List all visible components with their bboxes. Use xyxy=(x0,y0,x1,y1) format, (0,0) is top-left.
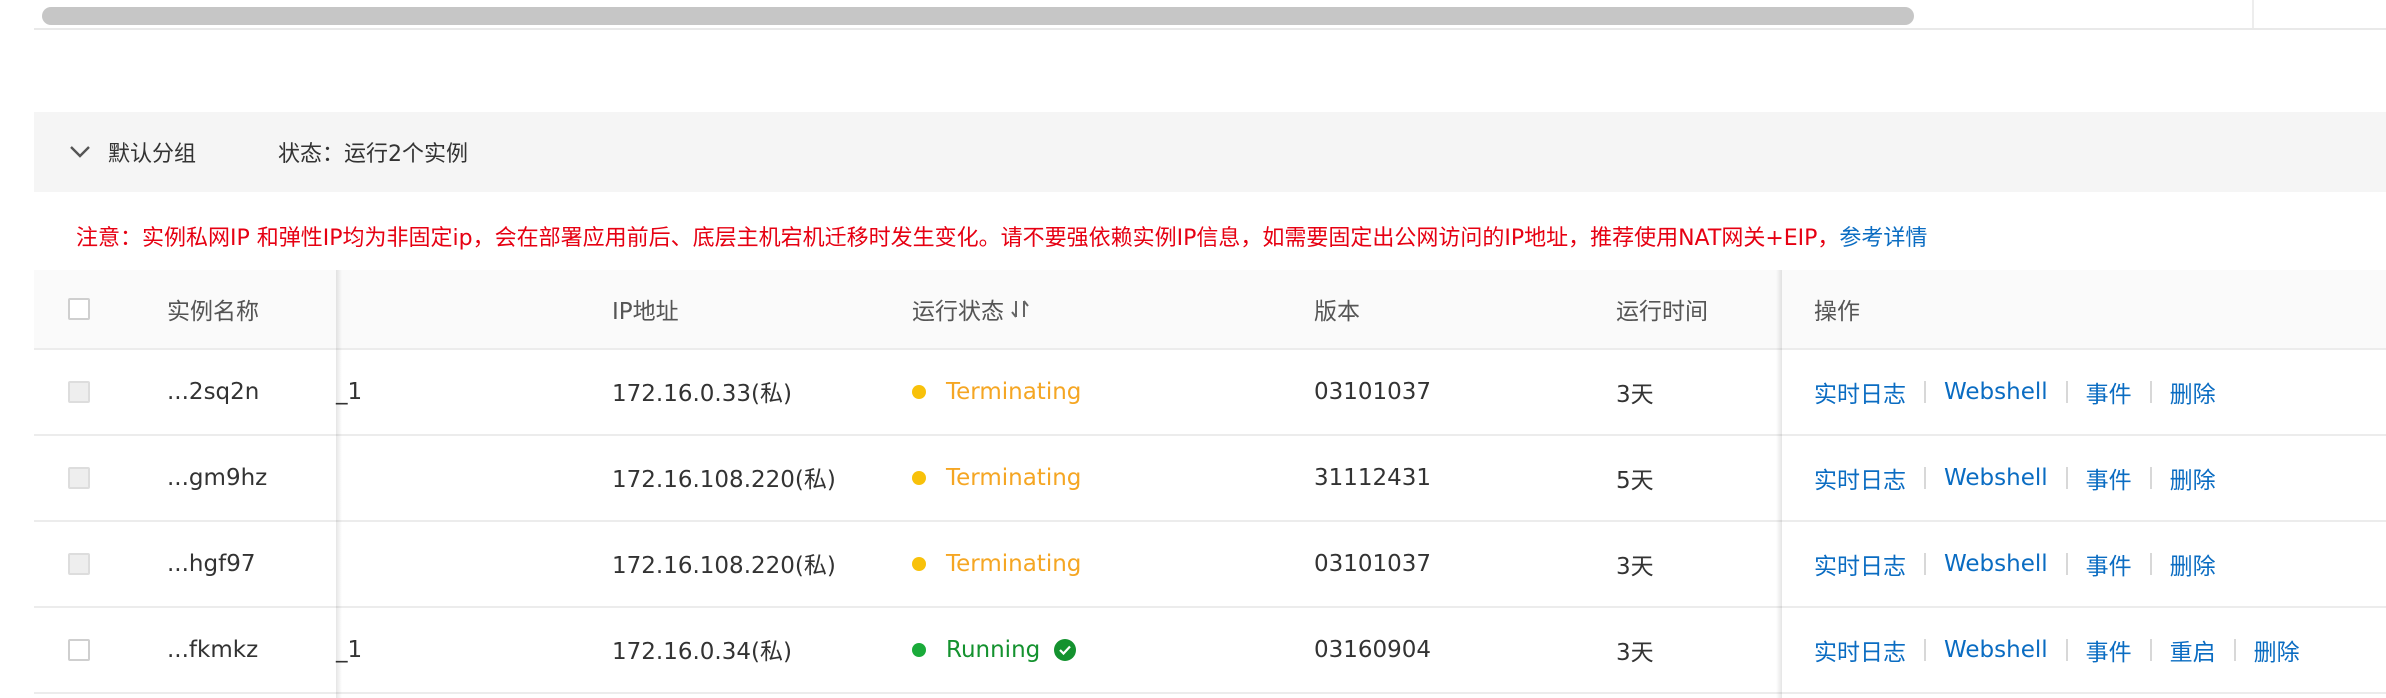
instance-version: 03160904 xyxy=(1314,637,1432,663)
instance-ip: 172.16.108.220(私) xyxy=(612,467,836,493)
col-version: 版本 xyxy=(1314,299,1360,325)
operation-divider xyxy=(2065,467,2068,489)
group-name[interactable]: 默认分组 xyxy=(108,136,196,168)
operation-divider xyxy=(1924,553,1926,575)
instance-status: Terminating xyxy=(912,436,1081,520)
operation-link[interactable]: 删除 xyxy=(2170,547,2216,581)
operation-divider xyxy=(2065,553,2068,575)
horizontal-scrollbar[interactable] xyxy=(34,0,2386,30)
instance-name[interactable]: ...hgf97 xyxy=(167,522,255,606)
operation-link[interactable]: 实时日志 xyxy=(1814,461,1906,495)
instance-run-time: 3天 xyxy=(1616,554,1654,580)
operation-divider xyxy=(2149,467,2152,489)
fixed-column-shadow-right xyxy=(1776,270,1782,698)
status-label: Running xyxy=(946,637,1041,663)
operation-link[interactable]: 事件 xyxy=(2086,547,2132,581)
instance-version: 03101037 xyxy=(1314,379,1432,405)
col-status[interactable]: 运行状态 xyxy=(912,270,1030,348)
operation-divider xyxy=(2149,639,2152,661)
operation-divider xyxy=(2149,553,2152,575)
operation-link[interactable]: 删除 xyxy=(2170,375,2216,409)
table-header: 实例名称 IP地址 运行状态 版本 运行时间 操作 xyxy=(34,270,2386,350)
group-status: 状态：运行2个实例 xyxy=(278,142,469,167)
operation-link[interactable]: 事件 xyxy=(2086,461,2132,495)
notice-text: 注意：实例私网IP 和弹性IP均为非固定ip，会在部署应用前后、底层主机宕机迁移… xyxy=(76,226,1840,251)
fixed-column-shadow-left xyxy=(336,270,342,698)
status-label: Terminating xyxy=(946,465,1082,491)
col-run-time: 运行时间 xyxy=(1616,299,1708,325)
instance-operations: 实时日志 Webshell 事件 重启 删除 xyxy=(1814,608,2300,692)
instance-version: 31112431 xyxy=(1314,465,1432,491)
row-checkbox xyxy=(68,467,90,489)
operation-link[interactable]: 删除 xyxy=(2170,461,2216,495)
operation-divider xyxy=(2065,381,2068,403)
check-circle-icon xyxy=(1054,639,1077,661)
col-operations: 操作 xyxy=(1814,299,1860,325)
ip-notice: 注意：实例私网IP 和弹性IP均为非固定ip，会在部署应用前后、底层主机宕机迁移… xyxy=(76,220,1927,252)
col-status-label: 运行状态 xyxy=(912,299,1004,325)
operation-divider xyxy=(1924,467,1926,489)
status-dot xyxy=(912,557,926,571)
operation-link[interactable]: Webshell xyxy=(1944,379,2048,405)
instance-name[interactable]: ...gm9hz xyxy=(167,436,267,520)
sort-icon[interactable] xyxy=(1010,298,1030,320)
status-dot xyxy=(912,471,926,485)
instance-run-time: 3天 xyxy=(1616,640,1654,666)
row-checkbox[interactable] xyxy=(68,639,90,661)
operation-link[interactable]: 实时日志 xyxy=(1814,375,1906,409)
operation-link[interactable]: 删除 xyxy=(2254,633,2300,667)
operation-link[interactable]: 事件 xyxy=(2086,633,2132,667)
table-row: ...gm9hz 172.16.108.220(私) Terminating 3… xyxy=(34,436,2386,522)
row-checkbox xyxy=(68,381,90,403)
operation-link[interactable]: Webshell xyxy=(1944,465,2048,491)
instance-ip: 172.16.108.220(私) xyxy=(612,553,836,579)
operation-divider xyxy=(2233,639,2236,661)
operation-divider xyxy=(2065,639,2068,661)
group-header: 默认分组 状态：运行2个实例 xyxy=(34,112,2386,192)
instance-name[interactable]: ...fkmkz xyxy=(167,608,258,692)
instance-run-time: 5天 xyxy=(1616,468,1654,494)
operation-link[interactable]: 实时日志 xyxy=(1814,633,1906,667)
col-instance-name: 实例名称 xyxy=(167,299,259,325)
operation-link[interactable]: 重启 xyxy=(2170,633,2216,667)
instance-table: 实例名称 IP地址 运行状态 版本 运行时间 操作 ...2sq2n _1 17… xyxy=(34,270,2386,694)
table-row: ...hgf97 172.16.108.220(私) Terminating 0… xyxy=(34,522,2386,608)
table-row: ...2sq2n _1 172.16.0.33(私) Terminating 0… xyxy=(34,350,2386,436)
status-dot xyxy=(912,643,926,657)
status-label: Terminating xyxy=(946,551,1082,577)
operation-divider xyxy=(2149,381,2152,403)
operation-link[interactable]: Webshell xyxy=(1944,637,2048,663)
instance-ip: 172.16.0.34(私) xyxy=(612,639,792,665)
instance-status: Running xyxy=(912,608,1077,692)
chevron-down-icon[interactable] xyxy=(68,140,92,164)
instance-operations: 实时日志 Webshell 事件 删除 xyxy=(1814,436,2216,520)
operation-link[interactable]: 实时日志 xyxy=(1814,547,1906,581)
instance-name[interactable]: ...2sq2n xyxy=(167,350,259,434)
instance-operations: 实时日志 Webshell 事件 删除 xyxy=(1814,350,2216,434)
instance-status: Terminating xyxy=(912,350,1081,434)
row-checkbox xyxy=(68,553,90,575)
operation-link[interactable]: Webshell xyxy=(1944,551,2048,577)
table-row: ...fkmkz _1 172.16.0.34(私) Running 03160… xyxy=(34,608,2386,694)
operation-divider xyxy=(1924,639,1926,661)
instance-operations: 实时日志 Webshell 事件 删除 xyxy=(1814,522,2216,606)
operation-divider xyxy=(1924,381,1926,403)
instance-run-time: 3天 xyxy=(1616,382,1654,408)
scrollbar-divider xyxy=(2252,0,2254,28)
scrollbar-thumb[interactable] xyxy=(42,7,1914,25)
status-label: Terminating xyxy=(946,379,1082,405)
notice-detail-link[interactable]: 参考详情 xyxy=(1839,226,1927,251)
instance-ip: 172.16.0.33(私) xyxy=(612,381,792,407)
status-dot xyxy=(912,385,926,399)
table-body: ...2sq2n _1 172.16.0.33(私) Terminating 0… xyxy=(34,350,2386,694)
col-ip: IP地址 xyxy=(612,299,679,325)
instance-status: Terminating xyxy=(912,522,1081,606)
operation-link[interactable]: 事件 xyxy=(2086,375,2132,409)
select-all-checkbox[interactable] xyxy=(68,298,90,320)
instance-version: 03101037 xyxy=(1314,551,1432,577)
